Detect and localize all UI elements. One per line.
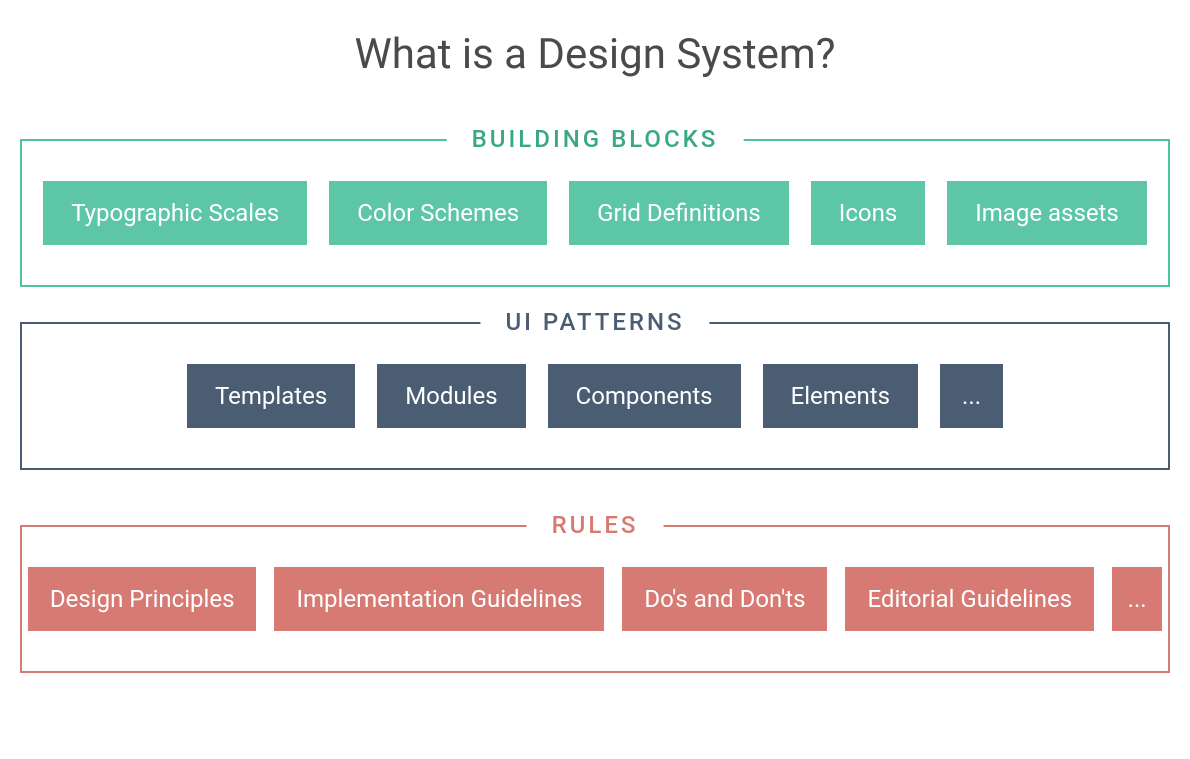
rule-item: Implementation Guidelines xyxy=(274,567,604,631)
building-blocks-label: BUILDING BLOCKS xyxy=(447,125,744,153)
rule-item-more: ... xyxy=(1112,567,1162,631)
building-block-item: Color Schemes xyxy=(329,181,547,245)
building-block-item: Grid Definitions xyxy=(569,181,789,245)
ui-pattern-item: Elements xyxy=(763,364,918,428)
ui-patterns-items: Templates Modules Components Elements ..… xyxy=(52,364,1138,428)
ui-pattern-item: Modules xyxy=(377,364,525,428)
ui-pattern-item: Components xyxy=(548,364,741,428)
building-block-item: Typographic Scales xyxy=(43,181,307,245)
ui-pattern-item-more: ... xyxy=(940,364,1003,428)
ui-patterns-section: UI PATTERNS Templates Modules Components… xyxy=(20,322,1170,470)
building-block-item: Icons xyxy=(811,181,925,245)
rule-item: Editorial Guidelines xyxy=(845,567,1094,631)
ui-pattern-item: Templates xyxy=(187,364,355,428)
building-block-item: Image assets xyxy=(947,181,1147,245)
diagram-title: What is a Design System? xyxy=(20,30,1170,79)
ui-patterns-label: UI PATTERNS xyxy=(480,308,709,336)
rule-item: Design Principles xyxy=(28,567,257,631)
building-blocks-section: BUILDING BLOCKS Typographic Scales Color… xyxy=(20,139,1170,287)
building-blocks-items: Typographic Scales Color Schemes Grid De… xyxy=(52,181,1138,245)
rule-item: Do's and Don'ts xyxy=(622,567,827,631)
rules-section: RULES Design Principles Implementation G… xyxy=(20,525,1170,673)
rules-label: RULES xyxy=(527,511,664,539)
rules-items: Design Principles Implementation Guideli… xyxy=(52,567,1138,631)
